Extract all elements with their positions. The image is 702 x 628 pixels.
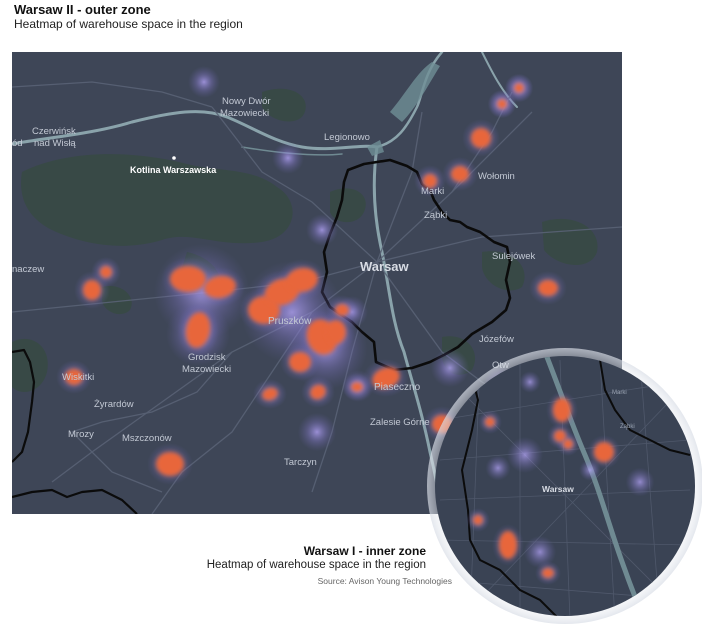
label-nowy-dwor-1: Nowy Dwór [222, 96, 271, 107]
heat-hotspot-11 [335, 304, 349, 316]
heat-hotspot-15 [100, 266, 112, 278]
label-pruszkow: Pruszków [268, 316, 312, 327]
heat-glow-4 [306, 214, 338, 246]
heat-hotspot-23 [497, 99, 507, 109]
outer-zone-title: Warsaw II - outer zone [14, 2, 151, 17]
label-naczew: naczew [12, 264, 44, 275]
label-kotlina: Kotlina Warszawska [130, 165, 217, 175]
label-legionowo: Legionowo [324, 132, 370, 143]
label-zabki: Ząbki [424, 210, 447, 221]
heat-hotspot-7 [326, 320, 346, 344]
label-grodzisk-2: Mazowiecki [182, 364, 231, 375]
outer-zone-header: Warsaw II - outer zone Heatmap of wareho… [14, 2, 243, 31]
heat-hotspot-19 [451, 166, 469, 182]
heat-hotspot-8 [289, 352, 311, 372]
label-jozefow: Józefów [479, 334, 514, 345]
label-czerwinsk-1: Czerwińsk [32, 126, 76, 137]
inset-glow-2 [523, 535, 557, 569]
heat-hotspot-20 [471, 128, 491, 148]
heat-glow-0 [188, 66, 220, 98]
label-zyrardow: Żyrardów [94, 399, 134, 410]
heat-hotspot-24 [514, 83, 524, 93]
inset-hotspot-5 [473, 515, 483, 525]
heat-hotspot-17 [156, 452, 184, 476]
label-od: ód [12, 138, 23, 149]
label-otw: Otw [492, 360, 509, 371]
heat-glow-1 [272, 142, 304, 174]
inset-hotspot-4 [499, 531, 517, 559]
inset-halo-4 [492, 524, 524, 566]
inset-hotspot-6 [542, 568, 554, 578]
label-wolomin: Wołomin [478, 171, 515, 182]
label-mrozy: Mrozy [68, 429, 94, 440]
label-warsaw: Warsaw [360, 259, 410, 274]
source-note: Source: Avison Young Technologies [317, 576, 452, 586]
inset-halo-6 [535, 561, 561, 585]
label-i-zabki: Ząbki [620, 424, 635, 430]
heat-hotspot-0 [170, 266, 206, 292]
heat-glow-7 [430, 348, 470, 388]
inner-zone-header: Warsaw I - inner zone Heatmap of warehou… [200, 544, 426, 572]
heat-glow-5 [297, 412, 337, 452]
label-piaseczno: Piaseczno [374, 382, 421, 393]
label-tarczyn: Tarczyn [284, 457, 317, 468]
inset-glow-1 [625, 467, 655, 497]
label-marki: Marki [421, 186, 444, 197]
label-grodzisk-1: Grodzisk [188, 352, 226, 363]
inner-zone-title: Warsaw I - inner zone [303, 544, 426, 558]
label-czerwinsk-2: nad Wisłą [34, 138, 76, 149]
label-sulejowek: Sulejówek [492, 251, 536, 262]
label-zalesie: Zalesie Górne [370, 417, 430, 428]
heat-hotspot-14 [83, 280, 101, 300]
heat-hotspot-18 [432, 415, 452, 433]
outer-zone-subtitle: Heatmap of warehouse space in the region [14, 17, 243, 31]
label-wiskitki: Wiskitki [62, 372, 94, 383]
heat-hotspot-22 [538, 280, 558, 296]
kotlina-point-marker [172, 156, 176, 160]
label-nowy-dwor-2: Mazowiecki [220, 108, 269, 119]
heat-hotspot-13 [351, 382, 363, 392]
outer-zone-heatmap[interactable]: Nowy Dwór Mazowiecki Czerwińsk nad Wisłą… [12, 52, 622, 514]
label-mszczonow: Mszczonów [122, 433, 172, 444]
inner-zone-subtitle: Heatmap of warehouse space in the region [206, 559, 426, 571]
